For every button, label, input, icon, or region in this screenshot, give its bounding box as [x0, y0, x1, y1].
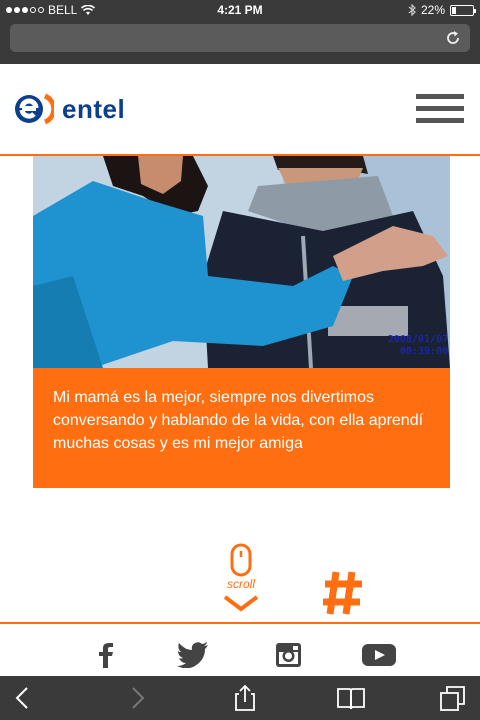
- hero-photo: 2008/01/07 00:39:00: [33, 156, 450, 368]
- scroll-label: scroll: [226, 577, 255, 591]
- browser-chrome: [0, 20, 480, 64]
- battery-level: [452, 6, 457, 14]
- tabs-icon[interactable]: [438, 684, 468, 712]
- scroll-indicator[interactable]: scroll: [222, 543, 260, 615]
- hamburger-icon[interactable]: [416, 94, 464, 126]
- status-right: 22%: [408, 3, 476, 17]
- caption-box: Mi mamá es la mejor, siempre nos diverti…: [33, 368, 450, 488]
- share-icon[interactable]: [230, 684, 260, 712]
- social-bar: [0, 622, 480, 676]
- hashtag-icon[interactable]: [322, 570, 364, 616]
- facebook-icon[interactable]: [98, 642, 114, 668]
- photo-date: 2008/01/07: [387, 334, 448, 345]
- back-icon[interactable]: [8, 684, 38, 712]
- site-header: entel: [0, 64, 480, 156]
- bookmarks-icon[interactable]: [336, 684, 366, 712]
- battery-icon: [450, 4, 476, 16]
- entel-logo[interactable]: entel: [14, 92, 125, 126]
- forward-icon[interactable]: [122, 684, 152, 712]
- caption-text: Mi mamá es la mejor, siempre nos diverti…: [53, 389, 424, 452]
- photo-time: 00:39:00: [399, 346, 448, 357]
- address-bar[interactable]: [10, 24, 470, 52]
- battery-percent: 22%: [420, 3, 445, 17]
- instagram-icon[interactable]: [275, 642, 302, 668]
- logo-text: entel: [62, 93, 126, 124]
- bluetooth-icon: [408, 4, 416, 16]
- reload-icon[interactable]: [444, 29, 462, 47]
- page: BELL 4:21 PM 22% entel 2008/01/07 00:39:…: [0, 0, 480, 720]
- twitter-icon[interactable]: [177, 642, 209, 668]
- status-bar: BELL 4:21 PM 22%: [0, 0, 480, 20]
- browser-toolbar: [0, 676, 480, 720]
- photo-timestamp: 2008/01/07 00:39:00: [388, 334, 448, 358]
- youtube-icon[interactable]: [362, 642, 396, 668]
- entel-logo-mark-icon: [15, 93, 54, 125]
